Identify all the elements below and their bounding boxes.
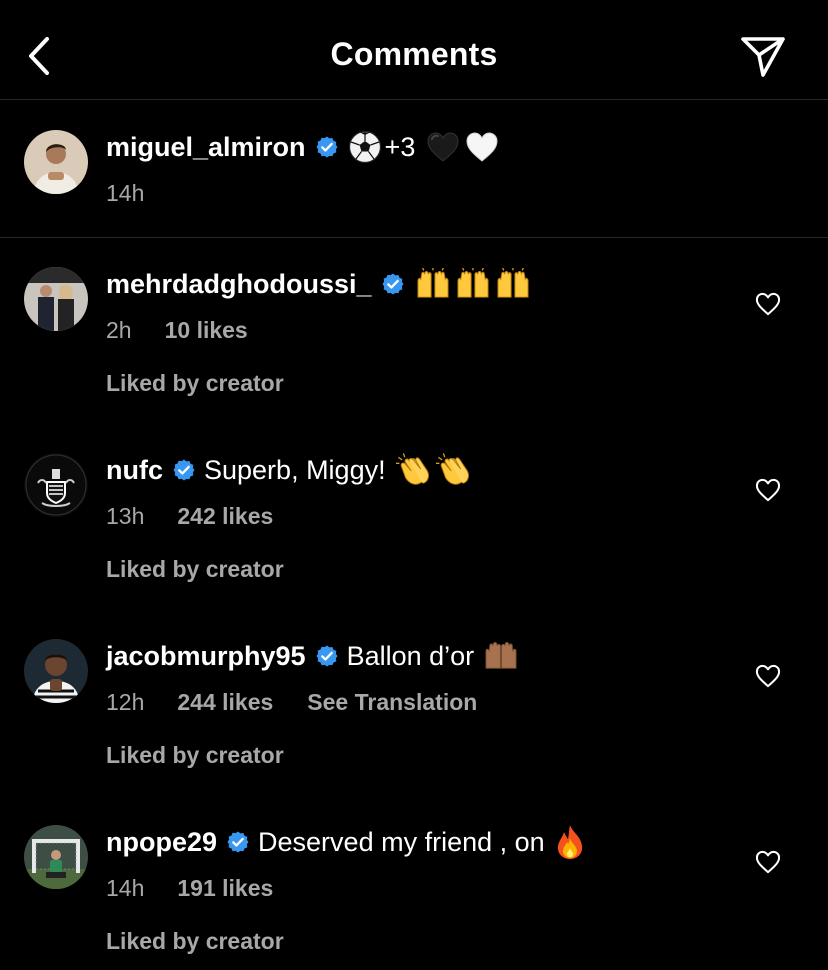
share-button[interactable] (738, 32, 788, 80)
comments-screen: Comments miguel_almiron +3 14h mehrdadgh… (0, 0, 828, 970)
caption-time: 14h (106, 179, 145, 206)
raising-hands-icon (414, 268, 452, 300)
comment-text: Ballon d’or (346, 640, 475, 671)
comment-meta: 12h 244 likes See Translation (106, 687, 477, 717)
heart-icon (755, 292, 781, 316)
avatar-nufc[interactable] (24, 453, 88, 517)
black-heart-icon (426, 131, 460, 163)
raising-hands-icon (494, 268, 532, 300)
like-button[interactable] (754, 477, 782, 503)
comment-likes[interactable]: 244 likes (177, 689, 273, 716)
header-bar: Comments (0, 0, 828, 100)
comment-likes[interactable]: 191 likes (177, 875, 273, 902)
heart-icon (755, 850, 781, 874)
verified-badge-icon (226, 830, 250, 854)
clapping-hands-icon (436, 453, 474, 487)
comment-time: 2h (106, 316, 132, 343)
comment-time: 14h (106, 874, 145, 901)
caption-text: +3 (384, 131, 416, 162)
comment-line: npope29 Deserved my friend , on (106, 825, 586, 859)
like-button[interactable] (754, 849, 782, 875)
comment-username[interactable]: npope29 (106, 827, 217, 858)
white-heart-icon (465, 131, 499, 163)
verified-badge-icon (381, 272, 405, 296)
comment-time: 13h (106, 502, 145, 529)
palms-up-icon (482, 640, 520, 672)
comment-likes[interactable]: 242 likes (177, 503, 273, 530)
avatar-npope29[interactable] (24, 825, 88, 889)
caption-line: miguel_almiron +3 (106, 130, 500, 164)
comment-line: jacobmurphy95 Ballon d’or (106, 639, 521, 673)
soccer-ball-icon (348, 130, 382, 164)
like-button[interactable] (754, 291, 782, 317)
comment-line: nufc Superb, Miggy! (106, 453, 475, 487)
liked-by-creator: Liked by creator (106, 741, 284, 768)
caption-meta: 14h (106, 178, 177, 208)
see-translation-link[interactable]: See Translation (307, 689, 477, 716)
comment-username[interactable]: jacobmurphy95 (106, 641, 306, 672)
comment-item: nufc Superb, Miggy! 13h 242 likes Liked … (0, 425, 828, 611)
like-button[interactable] (754, 663, 782, 689)
comment-meta: 14h 191 likes (106, 873, 307, 903)
verified-badge-icon (172, 458, 196, 482)
heart-icon (755, 478, 781, 502)
caption-username[interactable]: miguel_almiron (106, 132, 306, 163)
fire-icon (555, 824, 585, 860)
verified-badge-icon (315, 135, 339, 159)
avatar-jacobmurphy95[interactable] (24, 639, 88, 703)
clapping-hands-icon (396, 453, 434, 487)
comment-username[interactable]: mehrdadghodoussi_ (106, 269, 372, 300)
liked-by-creator: Liked by creator (106, 555, 284, 582)
comment-text: Superb, Miggy! (204, 454, 386, 485)
comment-item: npope29 Deserved my friend , on 14h 191 … (0, 797, 828, 970)
avatar-mehrdadghodoussi[interactable] (24, 267, 88, 331)
comment-username[interactable]: nufc (106, 455, 163, 486)
liked-by-creator: Liked by creator (106, 369, 284, 396)
comment-item: jacobmurphy95 Ballon d’or 12h 244 likes … (0, 611, 828, 797)
page-title: Comments (330, 36, 498, 72)
comment-line: mehrdadghodoussi_ (106, 267, 533, 301)
post-caption: miguel_almiron +3 14h (0, 101, 828, 238)
comment-item: mehrdadghodoussi_ 2h 10 likes Liked by c… (0, 239, 828, 425)
liked-by-creator: Liked by creator (106, 927, 284, 954)
comment-meta: 2h 10 likes (106, 315, 282, 345)
heart-icon (755, 664, 781, 688)
paper-plane-icon (741, 37, 785, 77)
avatar-miguel-almiron[interactable] (24, 130, 88, 194)
comment-text: Deserved my friend , on (258, 826, 545, 857)
comment-meta: 13h 242 likes (106, 501, 307, 531)
comment-time: 12h (106, 688, 145, 715)
verified-badge-icon (315, 644, 339, 668)
raising-hands-icon (454, 268, 492, 300)
comment-likes[interactable]: 10 likes (165, 317, 248, 344)
